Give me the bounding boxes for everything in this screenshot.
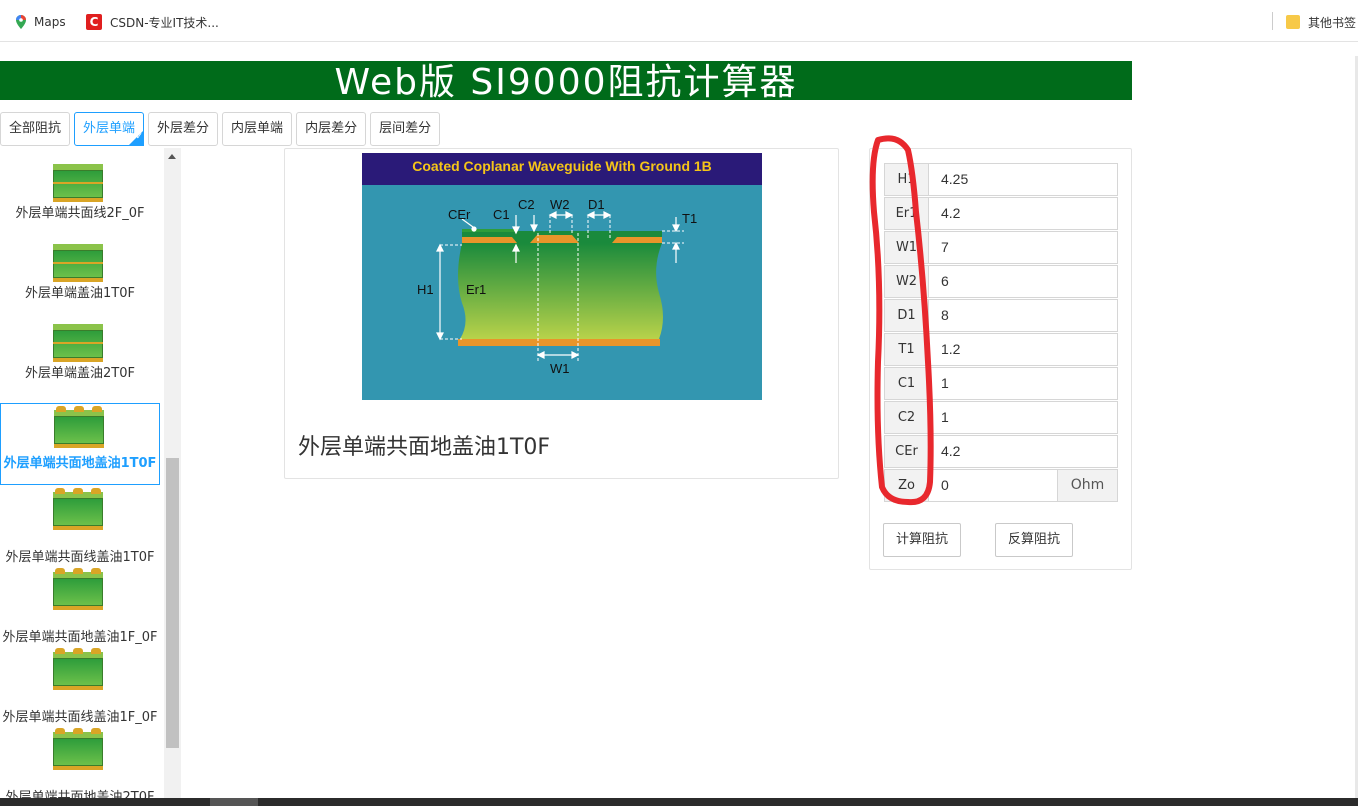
stackup-thumbnail-icon (53, 488, 103, 532)
scrollbar-thumb[interactable] (166, 458, 179, 748)
tab-inner-differential[interactable]: 内层差分 (296, 112, 367, 146)
bookmark-csdn[interactable]: C CSDN-专业IT技术... (86, 13, 219, 31)
stackup-thumbnail-icon (53, 648, 103, 692)
list-item[interactable]: 外层单端盖油2T0F (0, 302, 160, 382)
param-input-w2[interactable]: 6 (928, 265, 1118, 298)
reverse-calculate-button[interactable]: 反算阻抗 (995, 523, 1074, 557)
param-row-h1: H1 4.25 (884, 163, 1118, 196)
param-row-w2: W2 6 (884, 265, 1118, 298)
result-row-zo: Zo 0 Ohm (884, 469, 1118, 502)
bookmark-maps-label: Maps (34, 15, 66, 29)
parameter-panel: H1 4.25 Er1 4.2 W1 7 W2 6 D1 8 T1 1.2 C1… (869, 148, 1132, 570)
list-item-label: 外层单端盖油1T0F (25, 286, 135, 301)
label-w1: W1 (550, 361, 570, 376)
param-label: C2 (884, 401, 928, 434)
stackup-thumbnail-icon (53, 728, 103, 772)
stackup-thumbnail-icon (54, 406, 104, 450)
param-label: Er1 (884, 197, 928, 230)
diagram-title: Coated Coplanar Waveguide With Ground 1B (412, 158, 712, 174)
param-input-t1[interactable]: 1.2 (928, 333, 1118, 366)
model-list: 外层单端共面线2F_0F 外层单端盖油1T0F 外层单端盖油2T0F 外层单端共… (0, 148, 164, 800)
model-preview-card: Coated Coplanar Waveguide With Ground 1B (284, 148, 839, 479)
stackup-thumbnail-icon (53, 324, 103, 364)
stackup-thumbnail-icon (53, 568, 103, 612)
param-label: CEr (884, 435, 928, 468)
param-input-h1[interactable]: 4.25 (928, 163, 1118, 196)
param-label: W2 (884, 265, 928, 298)
label-t1: T1 (682, 211, 697, 226)
param-label: D1 (884, 299, 928, 332)
list-item-label: 外层单端共面线2F_0F (15, 206, 145, 221)
category-tabs: 全部阻抗 外层单端 外层差分 内层单端 内层差分 层间差分 (0, 112, 444, 146)
list-item[interactable]: 外层单端共面地盖油2T0F (0, 724, 160, 800)
param-input-c2[interactable]: 1 (928, 401, 1118, 434)
tab-interlayer-differential[interactable]: 层间差分 (370, 112, 441, 146)
param-input-d1[interactable]: 8 (928, 299, 1118, 332)
bookmark-other-label: 其他书签 (1308, 15, 1357, 30)
checkmark-icon (128, 130, 145, 146)
param-label: T1 (884, 333, 928, 366)
result-input-zo[interactable]: 0 (928, 469, 1058, 502)
param-input-cer[interactable]: 4.2 (928, 435, 1118, 468)
label-er1: Er1 (466, 282, 486, 297)
stackup-thumbnail-icon (53, 244, 103, 284)
param-input-w1[interactable]: 7 (928, 231, 1118, 264)
scroll-up-arrow-icon[interactable] (168, 154, 176, 159)
param-row-c2: C2 1 (884, 401, 1118, 434)
bookmarks-bar: Maps C CSDN-专业IT技术... 其他书签 (0, 0, 1358, 42)
list-item[interactable]: 外层单端盖油1T0F (0, 222, 160, 302)
bookmarks-divider (1272, 12, 1273, 30)
maps-pin-icon (16, 15, 26, 29)
param-row-cer: CEr 4.2 (884, 435, 1118, 468)
list-item-selected[interactable]: 外层单端共面地盖油1T0F (0, 403, 160, 485)
csdn-icon: C (86, 14, 102, 30)
param-row-c1: C1 1 (884, 367, 1118, 400)
list-item[interactable]: 外层单端共面线2F_0F (0, 148, 160, 222)
param-row-t1: T1 1.2 (884, 333, 1118, 366)
calculate-impedance-button[interactable]: 计算阻抗 (883, 523, 962, 557)
param-label: W1 (884, 231, 928, 264)
param-row-w1: W1 7 (884, 231, 1118, 264)
bookmark-maps[interactable]: Maps (16, 13, 66, 31)
label-w2: W2 (550, 197, 570, 212)
label-d1: D1 (588, 197, 605, 212)
list-item-label: 外层单端共面地盖油1T0F (3, 456, 157, 471)
result-label: Zo (884, 469, 928, 502)
label-c1: C1 (493, 207, 510, 222)
param-input-er1[interactable]: 4.2 (928, 197, 1118, 230)
result-unit: Ohm (1058, 469, 1118, 502)
label-h1: H1 (417, 282, 434, 297)
model-caption: 外层单端共面地盖油1T0F (298, 435, 551, 460)
param-label: C1 (884, 367, 928, 400)
param-input-c1[interactable]: 1 (928, 367, 1118, 400)
label-c2: C2 (518, 197, 535, 212)
page-title: Web版 SI9000阻抗计算器 (0, 61, 1132, 100)
model-list-scrollbar[interactable] (164, 148, 181, 800)
list-item-label: 外层单端盖油2T0F (25, 366, 135, 381)
folder-icon (1286, 15, 1300, 29)
tab-outer-single-ended[interactable]: 外层单端 (74, 112, 145, 146)
param-row-d1: D1 8 (884, 299, 1118, 332)
taskbar (0, 798, 1358, 806)
stackup-thumbnail-icon (53, 164, 103, 204)
stackup-diagram: Coated Coplanar Waveguide With Ground 1B (362, 153, 762, 400)
tab-all-impedance[interactable]: 全部阻抗 (0, 112, 71, 146)
list-item[interactable]: 外层单端共面地盖油1F_0F (0, 564, 160, 645)
list-item[interactable]: 外层单端共面线盖油1F_0F (0, 644, 160, 725)
tab-outer-differential[interactable]: 外层差分 (148, 112, 219, 146)
param-row-er1: Er1 4.2 (884, 197, 1118, 230)
param-label: H1 (884, 163, 928, 196)
tab-inner-single-ended[interactable]: 内层单端 (222, 112, 293, 146)
label-cer: CEr (448, 207, 471, 222)
list-item[interactable]: 外层单端共面线盖油1T0F (0, 484, 160, 565)
bookmark-csdn-label: CSDN-专业IT技术... (110, 15, 219, 30)
bookmark-other[interactable]: 其他书签 (1286, 13, 1356, 31)
